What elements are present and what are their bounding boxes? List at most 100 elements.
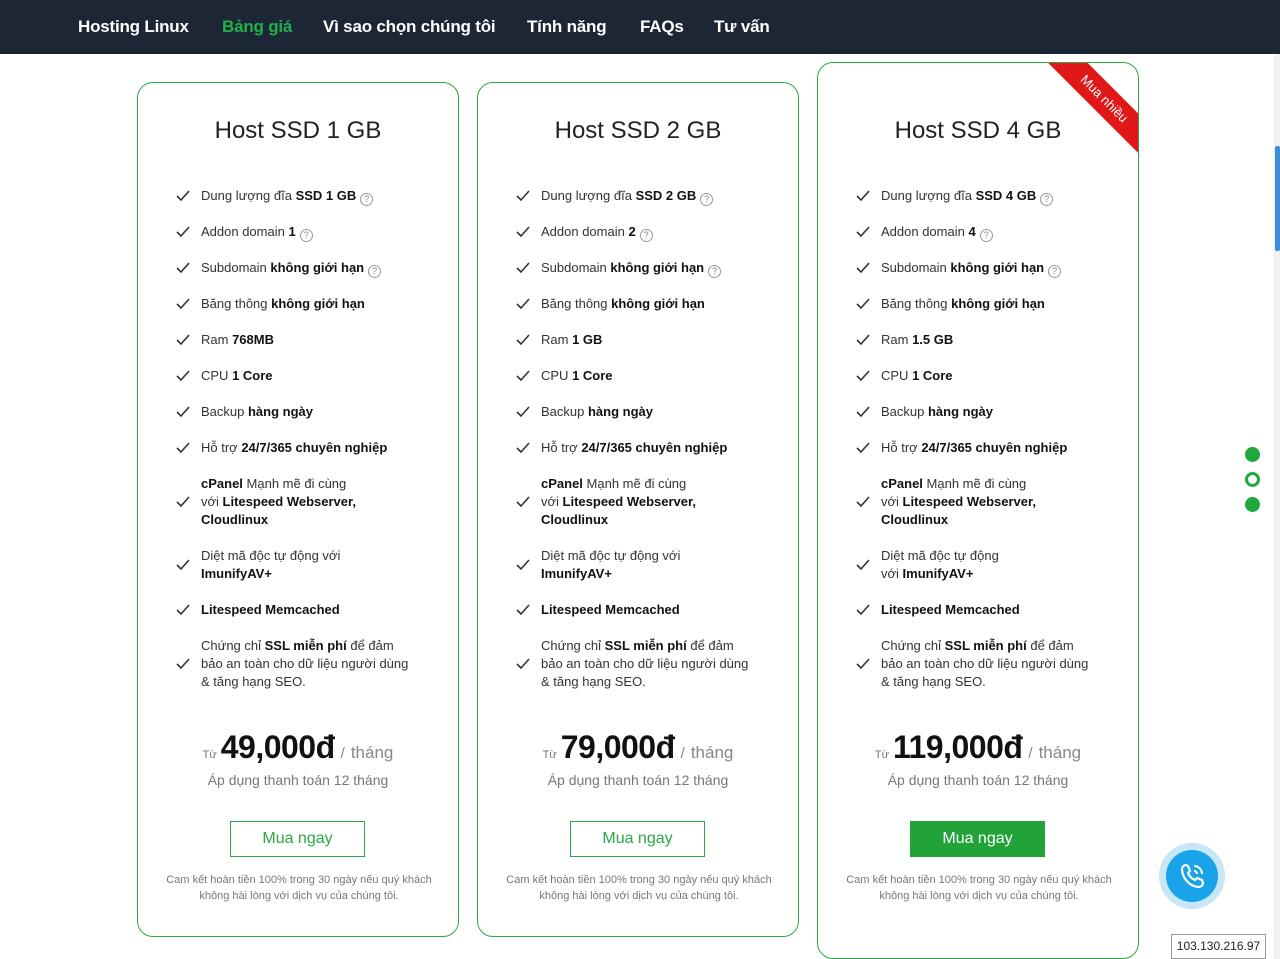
- help-icon[interactable]: ?: [700, 193, 714, 206]
- ribbon-container: Mua nhiều: [1038, 63, 1138, 163]
- feature-text: Addon domain 4?: [881, 223, 1116, 242]
- buy-now-button[interactable]: Mua ngay: [230, 821, 365, 857]
- feature-item: Chứng chỉ SSL miễn phí để đảm bảo an toàn…: [174, 637, 444, 691]
- feature-item: Addon domain 4?: [854, 223, 1124, 242]
- check-icon: [516, 298, 530, 310]
- section-dot-active[interactable]: [1245, 472, 1260, 487]
- nav-item-why-choose-us[interactable]: Vì sao chọn chúng tôi: [323, 0, 496, 54]
- phone-icon: [1180, 863, 1205, 889]
- feature-text: Băng thông không giới hạn: [201, 296, 365, 311]
- help-icon[interactable]: ?: [360, 193, 374, 206]
- check-icon: [856, 262, 870, 274]
- feature-item: Dung lượng đĩa SSD 2 GB?: [514, 187, 784, 206]
- feature-text: Subdomain không giới hạn?: [541, 259, 776, 278]
- feature-item: Chứng chỉ SSL miễn phí để đảm bảo an toàn…: [514, 637, 784, 691]
- feature-text: CPU 1 Core: [881, 368, 953, 383]
- check-icon: [856, 604, 870, 616]
- refund-guarantee-text: Cam kết hoàn tiền 100% trong 30 ngày nếu…: [846, 874, 1112, 902]
- feature-item: Băng thông không giới hạn: [174, 295, 444, 313]
- feature-text: Litespeed Memcached: [201, 602, 340, 617]
- check-icon: [176, 658, 190, 670]
- buy-now-button[interactable]: Mua ngay: [570, 821, 705, 857]
- feature-text: Ram 1 GB: [541, 332, 603, 347]
- feature-item: Hỗ trợ 24/7/365 chuyên nghiệp: [514, 439, 784, 457]
- plan-card: Host SSD 1 GB Dung lượng đĩa SSD 1 GB? Add…: [137, 82, 459, 937]
- feature-text: Addon domain 2?: [541, 223, 776, 242]
- call-button[interactable]: [1159, 843, 1225, 909]
- feature-text: Dung lượng đĩa SSD 2 GB?: [541, 187, 776, 206]
- price-value: 79,000đ: [560, 729, 675, 765]
- nav-item-consult[interactable]: Tư vấn: [714, 0, 770, 54]
- check-icon: [176, 604, 190, 616]
- call-button-inner: [1166, 850, 1218, 902]
- check-icon: [856, 226, 870, 238]
- feature-text: Backup hàng ngày: [541, 404, 653, 419]
- feature-item: Backup hàng ngày: [174, 403, 444, 421]
- help-icon[interactable]: ?: [368, 265, 382, 278]
- check-icon: [176, 406, 190, 418]
- check-icon: [516, 334, 530, 346]
- feature-item: Diệt mã độc tự động với ImunifyAV+: [174, 547, 444, 583]
- feature-item: cPanel Mạnh mẽ đi cùng với Litespeed Webs…: [854, 475, 1124, 529]
- price-unit: tháng: [690, 743, 734, 762]
- nav-item-pricing[interactable]: Bảng giá: [222, 0, 292, 54]
- refund-guarantee-text: Cam kết hoàn tiền 100% trong 30 ngày nếu…: [506, 874, 772, 902]
- help-icon[interactable]: ?: [639, 229, 653, 242]
- feature-text: Chứng chỉ SSL miễn phí để đảm bảo an toàn…: [201, 638, 409, 689]
- section-dot[interactable]: [1245, 497, 1260, 512]
- feature-text: Diệt mã độc tự động với ImunifyAV+: [541, 548, 681, 581]
- feature-text: Hỗ trợ 24/7/365 chuyên nghiệp: [201, 440, 388, 455]
- feature-item: Dung lượng đĩa SSD 1 GB?: [174, 187, 444, 206]
- feature-item: Ram 1.5 GB: [854, 331, 1124, 349]
- feature-item: cPanel Mạnh mẽ đi cùng với Litespeed Webs…: [514, 475, 784, 529]
- nav-item-faqs[interactable]: FAQs: [640, 0, 684, 54]
- help-icon[interactable]: ?: [299, 229, 313, 242]
- check-icon: [516, 406, 530, 418]
- price-row: Từ 49,000đ / tháng: [138, 729, 458, 766]
- feature-item: CPU 1 Core: [174, 367, 444, 385]
- check-icon: [516, 559, 530, 571]
- price-note: Áp dụng thanh toán 12 tháng: [887, 772, 1069, 788]
- help-icon[interactable]: ?: [979, 229, 993, 242]
- help-icon[interactable]: ?: [1048, 265, 1062, 278]
- check-icon: [176, 442, 190, 454]
- feature-item: Addon domain 1?: [174, 223, 444, 242]
- feature-text: Subdomain không giới hạn?: [881, 259, 1116, 278]
- feature-text: Dung lượng đĩa SSD 4 GB?: [881, 187, 1116, 206]
- feature-item: Băng thông không giới hạn: [854, 295, 1124, 313]
- check-icon: [516, 226, 530, 238]
- price-separator: /: [1028, 745, 1033, 762]
- price-prefix: Từ: [874, 749, 889, 761]
- nav-item-features[interactable]: Tính năng: [527, 0, 607, 54]
- feature-text: Băng thông không giới hạn: [541, 296, 705, 311]
- price-value: 49,000đ: [220, 729, 335, 765]
- check-icon: [516, 190, 530, 202]
- feature-item: Ram 1 GB: [514, 331, 784, 349]
- feature-item: Subdomain không giới hạn?: [174, 259, 444, 278]
- buy-now-button[interactable]: Mua ngay: [910, 821, 1045, 857]
- top-navigation: Hosting Linux Bảng giá Vì sao chọn chúng…: [0, 0, 1280, 54]
- check-icon: [176, 262, 190, 274]
- help-icon[interactable]: ?: [1040, 193, 1054, 206]
- check-icon: [176, 496, 190, 508]
- check-icon: [856, 190, 870, 202]
- feature-text: Ram 768MB: [201, 332, 274, 347]
- price-prefix: Từ: [202, 749, 217, 761]
- check-icon: [516, 604, 530, 616]
- section-dot[interactable]: [1245, 447, 1260, 462]
- feature-item: Backup hàng ngày: [514, 403, 784, 421]
- check-icon: [856, 406, 870, 418]
- feature-item: Diệt mã độc tự động với ImunifyAV+: [854, 547, 1124, 583]
- check-icon: [176, 226, 190, 238]
- feature-text: Hỗ trợ 24/7/365 chuyên nghiệp: [541, 440, 728, 455]
- feature-item: Backup hàng ngày: [854, 403, 1124, 421]
- feature-text: Chứng chỉ SSL miễn phí để đảm bảo an toàn…: [881, 638, 1089, 689]
- feature-item: Addon domain 2?: [514, 223, 784, 242]
- price-value: 119,000đ: [892, 729, 1023, 765]
- best-seller-ribbon: Mua nhiều: [1044, 63, 1138, 159]
- price-row: Từ 119,000đ / tháng: [818, 729, 1138, 766]
- help-icon[interactable]: ?: [708, 265, 722, 278]
- feature-item: Ram 768MB: [174, 331, 444, 349]
- scrollbar-thumb[interactable]: [1275, 146, 1280, 251]
- nav-item-hosting-linux[interactable]: Hosting Linux: [78, 0, 189, 54]
